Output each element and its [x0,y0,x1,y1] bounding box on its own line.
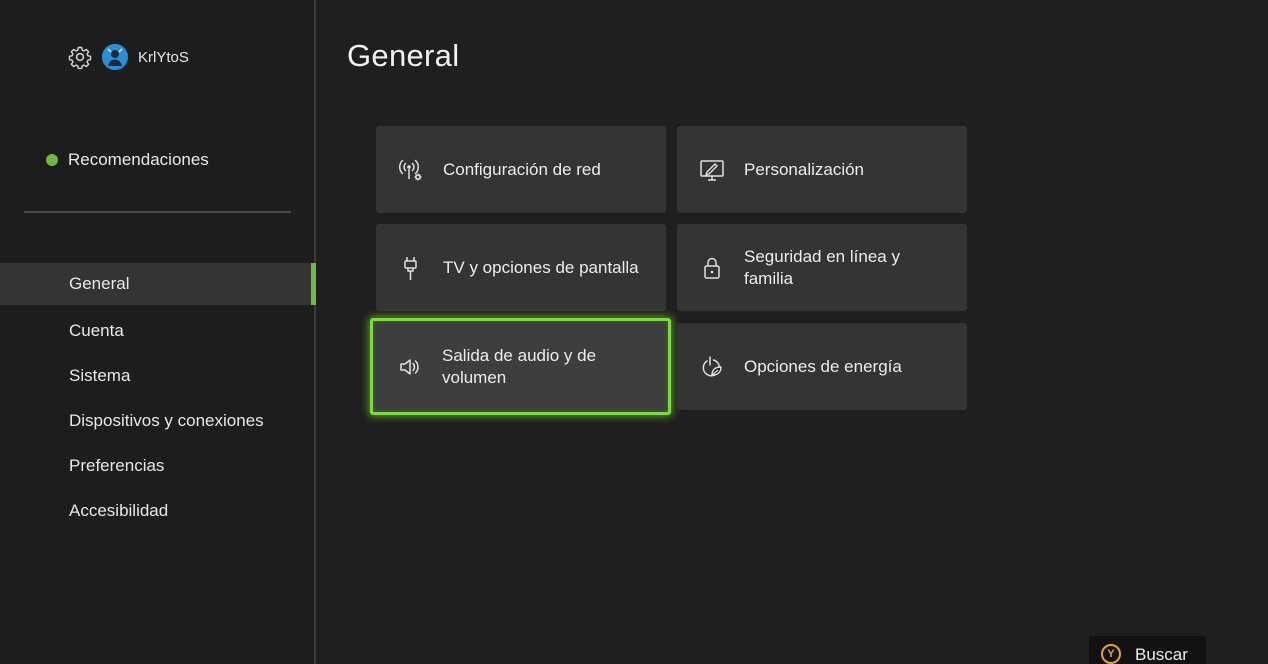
page-title: General [347,38,460,73]
avatar[interactable] [102,44,128,70]
search-hint[interactable]: Y Buscar [1089,636,1206,664]
tile-power-options[interactable]: Opciones de energía [677,323,967,410]
tile-label: Personalización [744,159,865,179]
nav-item-label: Preferencias [69,455,165,475]
tile-label: Seguridad en línea y familia [744,246,900,288]
recommendations-item[interactable]: Recomendaciones [46,150,209,170]
nav-item-label: Dispositivos y conexiones [69,410,264,430]
personalization-icon [698,156,726,184]
sidebar-divider [24,211,291,213]
nav-item-preferences[interactable]: Preferencias [0,443,316,488]
nav-item-label: Cuenta [69,320,124,340]
power-leaf-icon [698,353,726,381]
nav-item-accessibility[interactable]: Accesibilidad [0,488,316,533]
hdmi-cable-icon [397,254,425,282]
nav-item-label: Sistema [69,365,131,385]
nav-item-label: General [69,274,130,293]
tile-label: Salida de audio y de volumen [442,345,597,387]
nav-item-account[interactable]: Cuenta [0,308,316,353]
settings-nav: General Cuenta Sistema Dispositivos y co… [0,263,316,533]
nav-item-system[interactable]: Sistema [0,353,316,398]
gamertag: KrlYtoS [138,48,189,66]
tile-network-settings[interactable]: Configuración de red [376,126,666,213]
tile-personalization[interactable]: Personalización [677,126,967,213]
nav-item-general[interactable]: General [0,263,316,305]
tile-tv-display[interactable]: TV y opciones de pantalla [376,224,666,311]
tile-audio-output[interactable]: Salida de audio y de volumen [370,318,671,415]
settings-app: KrlYtoS Recomendaciones General Cuenta S… [0,0,1268,664]
status-dot-icon [46,154,58,166]
nav-item-devices[interactable]: Dispositivos y conexiones [0,398,316,443]
tile-online-safety[interactable]: Seguridad en línea y familia [677,224,967,311]
gear-icon[interactable] [68,45,92,69]
network-settings-icon [397,156,425,184]
recommendations-label: Recomendaciones [68,150,209,169]
lock-icon [698,254,726,282]
tile-label: Configuración de red [443,159,601,179]
speaker-icon [396,353,424,381]
tile-label: Opciones de energía [744,356,902,376]
profile-bar: KrlYtoS [68,44,189,70]
nav-item-label: Accesibilidad [69,500,169,520]
y-button-icon: Y [1101,644,1121,664]
tile-label: TV y opciones de pantalla [443,257,639,277]
search-hint-label: Buscar [1135,645,1188,664]
sidebar: KrlYtoS Recomendaciones General Cuenta S… [0,0,316,664]
